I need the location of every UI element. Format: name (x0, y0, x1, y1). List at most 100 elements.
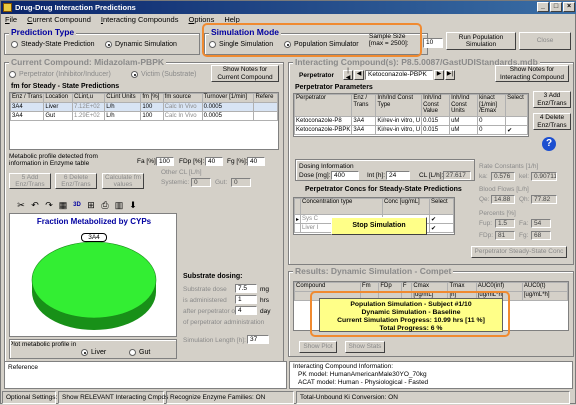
delete-enz-trans-interacting-button[interactable]: 4 Delete Enz/Trans (533, 113, 571, 130)
cl-input[interactable]: 27.617 (443, 171, 471, 180)
grid-icon[interactable]: ▦ (57, 199, 69, 211)
substrate-dose-input[interactable]: 7.5 (235, 284, 257, 293)
after-perpetrator-input[interactable]: 4 (235, 306, 257, 315)
table-cell (253, 111, 278, 121)
perpetrator-select[interactable]: Ketoconazole-PBPK (365, 70, 433, 80)
help-icon[interactable]: ? (542, 137, 556, 151)
simulation-length-input[interactable]: 37 (247, 335, 269, 344)
menu-current-compound[interactable]: Current Compound (27, 14, 91, 26)
administered-label: is administered (183, 297, 227, 304)
table-icon[interactable]: ⊞ (85, 199, 97, 211)
calculate-fm-button[interactable]: Calculate fm values (102, 173, 144, 189)
menu-file[interactable]: File (5, 14, 17, 26)
fa-perp-input[interactable]: 54 (531, 219, 551, 228)
add-enz-trans-button[interactable]: 5 Add Enz/Trans (9, 173, 51, 189)
sample-size-input[interactable]: 10 (423, 38, 443, 48)
fa-label: Fa [%]: (137, 158, 158, 165)
fg-label: Fg [%]: (227, 158, 248, 165)
kel-input[interactable]: 0.90711 (531, 172, 557, 181)
first-record-button[interactable]: |◀ (343, 68, 353, 81)
steady-state-radio[interactable]: Steady-State Prediction (11, 41, 95, 48)
status-ki-conversion[interactable]: Total-Unbound Ki Conversion: ON (296, 391, 570, 404)
menu-interacting-compounds[interactable]: Interacting Compounds (101, 14, 179, 26)
fdp-input[interactable]: 40 (205, 157, 223, 166)
undo-icon[interactable]: ↶ (29, 199, 41, 211)
title-bar: Drug-Drug Interaction Predictions _ □ × (1, 1, 576, 14)
status-relevant-cmpds[interactable]: Show RELEVANT Interacting Cmpds (58, 391, 168, 404)
after-perpetrator-label: after perpetrator on (183, 308, 239, 315)
gut-label: Gut: (215, 179, 228, 186)
victim-radio[interactable]: Victim (Substrate) (131, 71, 197, 78)
perpetrator-steady-state-button[interactable]: Perpetrator Steady-State Conc (471, 246, 567, 258)
show-plot-button[interactable]: Show Plot (299, 341, 337, 353)
interval-input[interactable]: 24 (386, 171, 410, 180)
perpetrator-radio[interactable]: Perpetrator (Inhibitor/Inducer) (9, 71, 111, 78)
stop-simulation-button[interactable]: Stop Simulation (331, 217, 427, 235)
gut-radio[interactable]: Gut (129, 349, 150, 356)
chart-type-icon[interactable]: ▥ (113, 199, 125, 211)
3d-toggle-icon[interactable]: 3D (71, 199, 83, 211)
fdp-perp-input[interactable]: 81 (495, 231, 515, 240)
gut-input[interactable]: 0 (231, 178, 251, 187)
pie-slice-3a4[interactable] (31, 241, 157, 319)
close-window-button[interactable]: × (563, 2, 575, 12)
dose-mg-input[interactable]: 400 (331, 171, 359, 180)
table-row[interactable]: Ketoconazole-PBPK 3A4 Ki/rev-in vitro, U… (294, 125, 528, 135)
select-checkbox[interactable]: ✔ (429, 223, 454, 233)
status-bar: Optional Settings: Show RELEVANT Interac… (1, 390, 576, 405)
maximize-button[interactable]: □ (550, 2, 562, 12)
table-cell: Liver (43, 102, 74, 112)
next-record-button[interactable]: ▶ (434, 70, 444, 80)
fa-input[interactable]: 100 (156, 157, 174, 166)
dosing-info-title: Dosing Information (299, 163, 354, 170)
table-row[interactable]: 3A4 Liver 7.12E+02 L/h 100 Calc In Vivo … (10, 102, 278, 112)
systemic-input[interactable]: 0 (191, 178, 211, 187)
fg-input[interactable]: 40 (247, 157, 265, 166)
chart-toolbar: ✂ ↶ ↷ ▦ 3D ⊞ ⎙ ▥ ⬇ (15, 199, 139, 211)
administered-input[interactable]: 1 (235, 295, 257, 304)
results-unit: [ug/mL*h] (521, 291, 568, 301)
close-button[interactable]: Close (519, 32, 571, 50)
table-cell: 0 (477, 125, 507, 135)
interacting-info-box: Interacting Compound Information: PK mod… (289, 361, 573, 389)
table-cell: L/h (104, 102, 142, 112)
qe-label: Qe: (479, 196, 490, 203)
select-checkbox[interactable] (505, 116, 528, 126)
liver-radio[interactable]: Liver (81, 349, 106, 356)
table-cell: 100 (140, 111, 164, 121)
select-checkbox[interactable]: ✔ (505, 125, 528, 135)
show-notes-current-button[interactable]: Show Notes for Current Compound (211, 65, 279, 82)
victim-radio-label: Victim (Substrate) (141, 71, 197, 78)
add-enz-trans-interacting-button[interactable]: 3 Add Enz/Trans (533, 91, 571, 108)
save-icon[interactable]: ⬇ (127, 199, 139, 211)
qe-input[interactable]: 14.88 (491, 195, 515, 204)
show-stats-button[interactable]: Show Stats (345, 341, 385, 353)
pie-slice-label: 3A4 (81, 233, 107, 242)
run-population-simulation-button[interactable]: Run Population Simulation (446, 32, 516, 50)
qh-input[interactable]: 77.82 (531, 195, 557, 204)
table-row[interactable]: Ketoconazole-P8 3A4 Ki/rev-in vitro, U 0… (294, 116, 528, 126)
ka-input[interactable]: 0.576 (491, 172, 515, 181)
table-cell: 0.0005 (201, 111, 255, 121)
info-acat-model: ACAT model: Human - Physiological - Fast… (298, 379, 429, 386)
table-row[interactable]: 3A4 Gut 1.29E+02 L/h 100 Calc In Vivo 0.… (10, 111, 278, 121)
last-record-button[interactable]: ▶| (445, 70, 455, 80)
prev-record-button[interactable]: ◀ (354, 70, 364, 80)
perpetrator-params-title: Perpetrator Parameters (293, 84, 375, 91)
fg-perp-input[interactable]: 68 (531, 231, 551, 240)
pie-chart-svg (31, 239, 157, 330)
table-cell (253, 102, 278, 112)
radio-circle (81, 349, 88, 356)
print-icon[interactable]: ⎙ (99, 199, 111, 211)
status-enzyme-families[interactable]: Recognize Enzyme Families: ON (166, 391, 294, 404)
fup-input[interactable]: 1.5 (495, 219, 515, 228)
minimize-button[interactable]: _ (537, 2, 549, 12)
show-notes-interacting-button[interactable]: Show Notes for Interacting Compound (495, 65, 569, 82)
cut-icon[interactable]: ✂ (15, 199, 27, 211)
table-cell: 0.0005 (201, 102, 255, 112)
dynamic-simulation-radio[interactable]: Dynamic Simulation (105, 41, 177, 48)
conc-col-header: Conc [ug/mL] (382, 198, 431, 215)
redo-icon[interactable]: ↷ (43, 199, 55, 211)
select-checkbox[interactable]: ✔ (429, 214, 454, 224)
delete-enz-trans-button[interactable]: 6 Delete Enz/Trans (55, 173, 97, 189)
